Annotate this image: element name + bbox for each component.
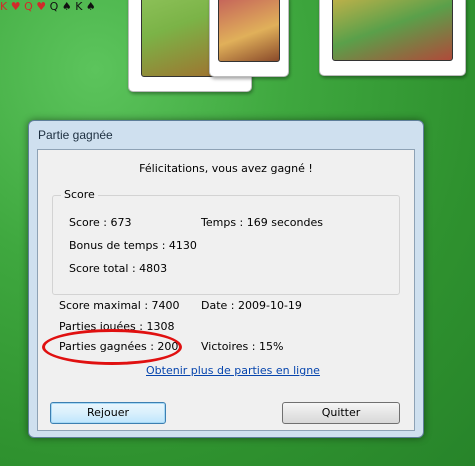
card-queen-hearts[interactable] xyxy=(209,0,289,77)
card-4-rank: K xyxy=(75,0,83,13)
dialog-title: Partie gagnée xyxy=(38,128,113,142)
congratulations-message: Félicitations, vous avez gagné ! xyxy=(139,162,313,175)
date-value: Date : 2009-10-19 xyxy=(201,299,302,312)
get-more-games-link[interactable]: Obtenir plus de parties en ligne xyxy=(146,364,320,377)
card-queen-hearts-art xyxy=(218,0,280,62)
quit-button[interactable]: Quitter xyxy=(282,402,400,424)
card-3-suit-icon: ♠ xyxy=(61,0,72,13)
highlight-ellipse xyxy=(42,329,182,365)
score-groupbox: Score Score : 673 Temps : 169 secondes B… xyxy=(52,188,400,295)
card-king-spades[interactable] xyxy=(319,0,466,76)
dialog-content: Félicitations, vous avez gagné ! Score S… xyxy=(37,149,415,431)
dialog-titlebar[interactable]: Partie gagnée xyxy=(29,121,423,147)
time-bonus-value: Bonus de temps : 4130 xyxy=(69,239,197,252)
card-3-rank: Q xyxy=(49,0,59,13)
game-won-dialog: Partie gagnée Félicitations, vous avez g… xyxy=(28,120,424,438)
max-score-value: Score maximal : 7400 xyxy=(59,299,180,312)
card-king-spades-art xyxy=(332,0,453,61)
total-score-value: Score total : 4803 xyxy=(69,262,168,275)
card-1-suit-icon: ♥ xyxy=(10,0,21,13)
card-2-rank: Q xyxy=(24,0,33,13)
score-value: Score : 673 xyxy=(69,216,132,229)
time-value: Temps : 169 secondes xyxy=(201,216,323,229)
card-1-rank: K xyxy=(0,0,8,13)
card-4-suit-icon: ♠ xyxy=(85,0,96,13)
replay-button[interactable]: Rejouer xyxy=(50,402,166,424)
card-2-suit-icon: ♥ xyxy=(36,0,47,13)
score-group-legend: Score xyxy=(61,188,98,201)
wins-percent-value: Victoires : 15% xyxy=(201,340,284,353)
